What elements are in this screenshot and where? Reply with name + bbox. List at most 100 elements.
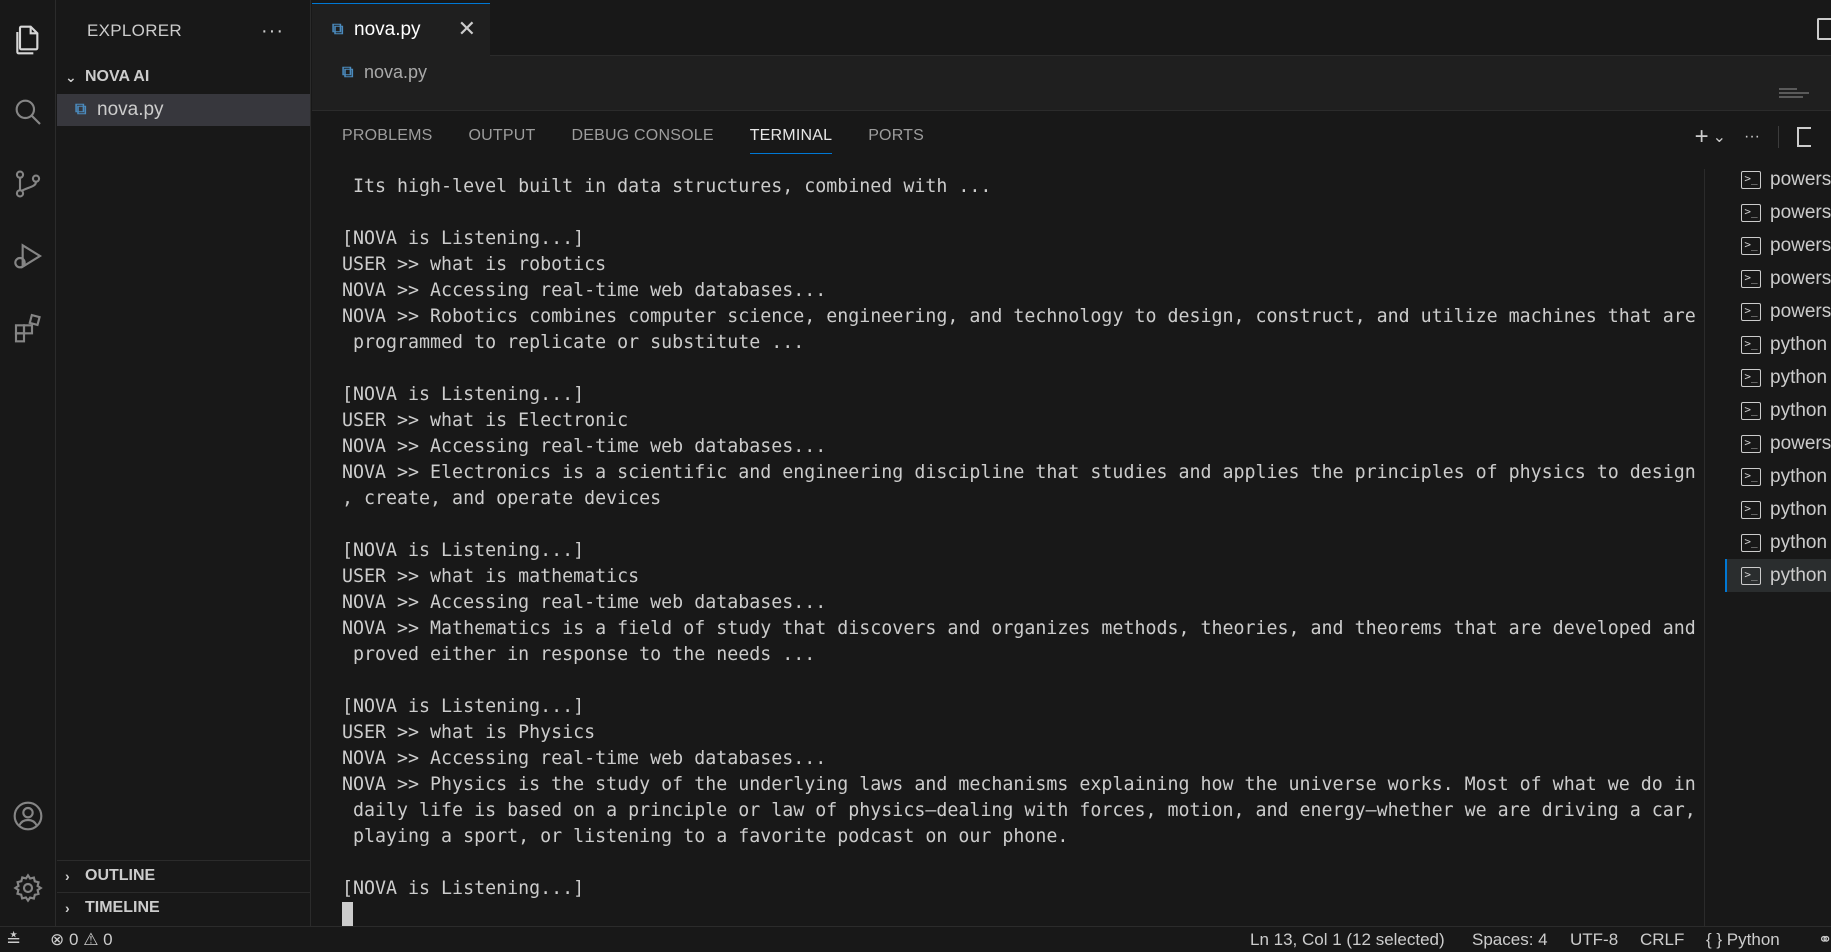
terminal-session-item[interactable]: >_ powers (1725, 262, 1831, 295)
terminal-session-item[interactable]: >_ python (1725, 460, 1831, 493)
timeline-section[interactable]: › TIMELINE (57, 892, 310, 923)
warning-icon: ⚠ (83, 930, 99, 949)
tab-ports[interactable]: PORTS (868, 127, 924, 154)
terminal-output[interactable]: Its high-level built in data structures,… (342, 174, 1831, 934)
terminal-line: NOVA >> Accessing real-time web database… (342, 436, 827, 457)
warning-count: 0 (103, 930, 113, 949)
error-icon: ⊗ (50, 930, 65, 949)
files-icon[interactable] (6, 18, 50, 62)
notifications-icon[interactable]: ⚭ (1818, 930, 1831, 950)
terminal-session-label: python (1770, 531, 1828, 553)
terminal-icon: >_ (1741, 368, 1761, 387)
minimap[interactable] (1779, 88, 1809, 104)
terminal-session-item[interactable]: >_ python (1725, 493, 1831, 526)
encoding[interactable]: UTF-8 (1570, 930, 1618, 950)
close-icon[interactable]: ✕ (458, 16, 476, 42)
breadcrumb-file: nova.py (364, 62, 428, 82)
python-file-icon: ⧉ (332, 21, 344, 38)
explorer-title: EXPLORER (87, 21, 182, 40)
tab-terminal[interactable]: TERMINAL (749, 127, 833, 154)
terminal-session-item[interactable]: >_ powers (1725, 196, 1831, 229)
terminal-icon: >_ (1741, 401, 1761, 420)
terminal-session-label: powers (1770, 201, 1831, 223)
terminal-line: NOVA >> Mathematics is a field of study … (342, 618, 1696, 639)
tab-output[interactable]: OUTPUT (469, 127, 536, 154)
terminal-session-item[interactable]: >_ python (1725, 361, 1831, 394)
terminal-session-label: python (1770, 465, 1828, 487)
terminal-line: , create, and operate devices (342, 488, 662, 509)
chevron-right-icon: › (65, 900, 70, 916)
timeline-label: TIMELINE (85, 899, 160, 916)
file-item-nova-py[interactable]: ⧉ nova.py (57, 94, 310, 126)
terminal-session-label: powers (1770, 267, 1831, 289)
tab-debug-console[interactable]: DEBUG CONSOLE (572, 127, 714, 154)
remote-icon[interactable]: ≛ (6, 930, 21, 951)
terminal-line: Its high-level built in data structures,… (342, 176, 992, 197)
terminal-line: USER >> what is robotics (342, 254, 607, 275)
terminal-icon: >_ (1741, 302, 1761, 321)
terminal-session-item[interactable]: >_ powers (1725, 163, 1831, 196)
code-line: 1 import speech_recognition as sr (312, 90, 358, 110)
terminal-session-label: powers (1770, 300, 1831, 322)
terminal-session-item[interactable]: >_ python (1725, 328, 1831, 361)
terminal-icon: >_ (1741, 434, 1761, 453)
terminal-icon: >_ (1741, 203, 1761, 222)
language-mode[interactable]: { } Python (1706, 930, 1780, 950)
explorer-sidebar: EXPLORER ··· ⌄ NOVA AI ⧉ nova.py › OUTLI… (57, 0, 311, 926)
maximize-panel-icon[interactable] (1797, 127, 1811, 147)
chevron-down-icon[interactable]: ⌄ (1713, 127, 1726, 147)
account-icon[interactable] (6, 794, 50, 838)
terminal-line: NOVA >> Electronics is a scientific and … (342, 462, 1696, 483)
terminal-line: [NOVA is Listening...] (342, 384, 585, 405)
panel-more-button[interactable]: ··· (1744, 128, 1760, 146)
line-ending[interactable]: CRLF (1640, 930, 1684, 950)
toggle-layout-icon[interactable] (1817, 18, 1831, 40)
terminal-session-item[interactable]: >_ python (1725, 559, 1831, 592)
terminal-line: NOVA >> Accessing real-time web database… (342, 280, 827, 301)
new-terminal-button[interactable]: + (1695, 123, 1709, 151)
python-file-icon: ⧉ (75, 101, 87, 118)
terminal-session-item[interactable]: >_ powers (1725, 295, 1831, 328)
chevron-right-icon: › (65, 868, 70, 884)
code-editor[interactable]: ⧉ nova.py 1 import speech_recognition as… (312, 56, 1831, 110)
terminal-list-divider (1704, 169, 1705, 927)
panel-toolbar: + ⌄ ··· (1695, 123, 1811, 151)
terminal-cursor (342, 902, 353, 926)
tab-nova-py[interactable]: ⧉ nova.py ✕ (312, 3, 490, 56)
terminal-session-label: python (1770, 498, 1828, 520)
terminal-session-item[interactable]: >_ powers (1725, 427, 1831, 460)
terminal-line: USER >> what is mathematics (342, 566, 640, 587)
terminal-session-item[interactable]: >_ python (1725, 526, 1831, 559)
terminal-line: NOVA >> Robotics combines computer scien… (342, 306, 1696, 327)
terminal-session-item[interactable]: >_ python (1725, 394, 1831, 427)
extensions-icon[interactable] (6, 306, 50, 350)
status-bar: ≛ ⊗ 0 ⚠ 0 Ln 13, Col 1 (12 selected) Spa… (0, 926, 1831, 952)
folder-nova-ai[interactable]: ⌄ NOVA AI (57, 62, 310, 92)
terminal-line: NOVA >> Accessing real-time web database… (342, 592, 827, 613)
terminal-line: [NOVA is Listening...] (342, 540, 585, 561)
problems-status[interactable]: ⊗ 0 ⚠ 0 (50, 930, 113, 950)
terminal-icon: >_ (1741, 566, 1761, 585)
terminal-icon: >_ (1741, 170, 1761, 189)
search-icon[interactable] (6, 90, 50, 134)
terminal-line: [NOVA is Listening...] (342, 228, 585, 249)
breadcrumb[interactable]: ⧉ nova.py (342, 62, 427, 83)
explorer-more-button[interactable]: ··· (261, 20, 284, 43)
terminal-icon: >_ (1741, 533, 1761, 552)
run-debug-icon[interactable] (6, 234, 50, 278)
terminal-session-item[interactable]: >_ powers (1725, 229, 1831, 262)
source-control-icon[interactable] (6, 162, 50, 206)
indentation[interactable]: Spaces: 4 (1472, 930, 1548, 950)
tab-label: nova.py (354, 19, 421, 40)
terminal-session-label: powers (1770, 432, 1831, 454)
cursor-position[interactable]: Ln 13, Col 1 (12 selected) (1250, 930, 1445, 950)
outline-section[interactable]: › OUTLINE (57, 860, 310, 891)
tab-problems[interactable]: PROBLEMS (342, 127, 433, 154)
panel-tabs: PROBLEMS OUTPUT DEBUG CONSOLE TERMINAL P… (342, 127, 960, 154)
terminal-session-label: python (1770, 333, 1828, 355)
terminal-line: NOVA >> Physics is the study of the unde… (342, 774, 1696, 795)
gear-icon[interactable] (6, 866, 50, 910)
